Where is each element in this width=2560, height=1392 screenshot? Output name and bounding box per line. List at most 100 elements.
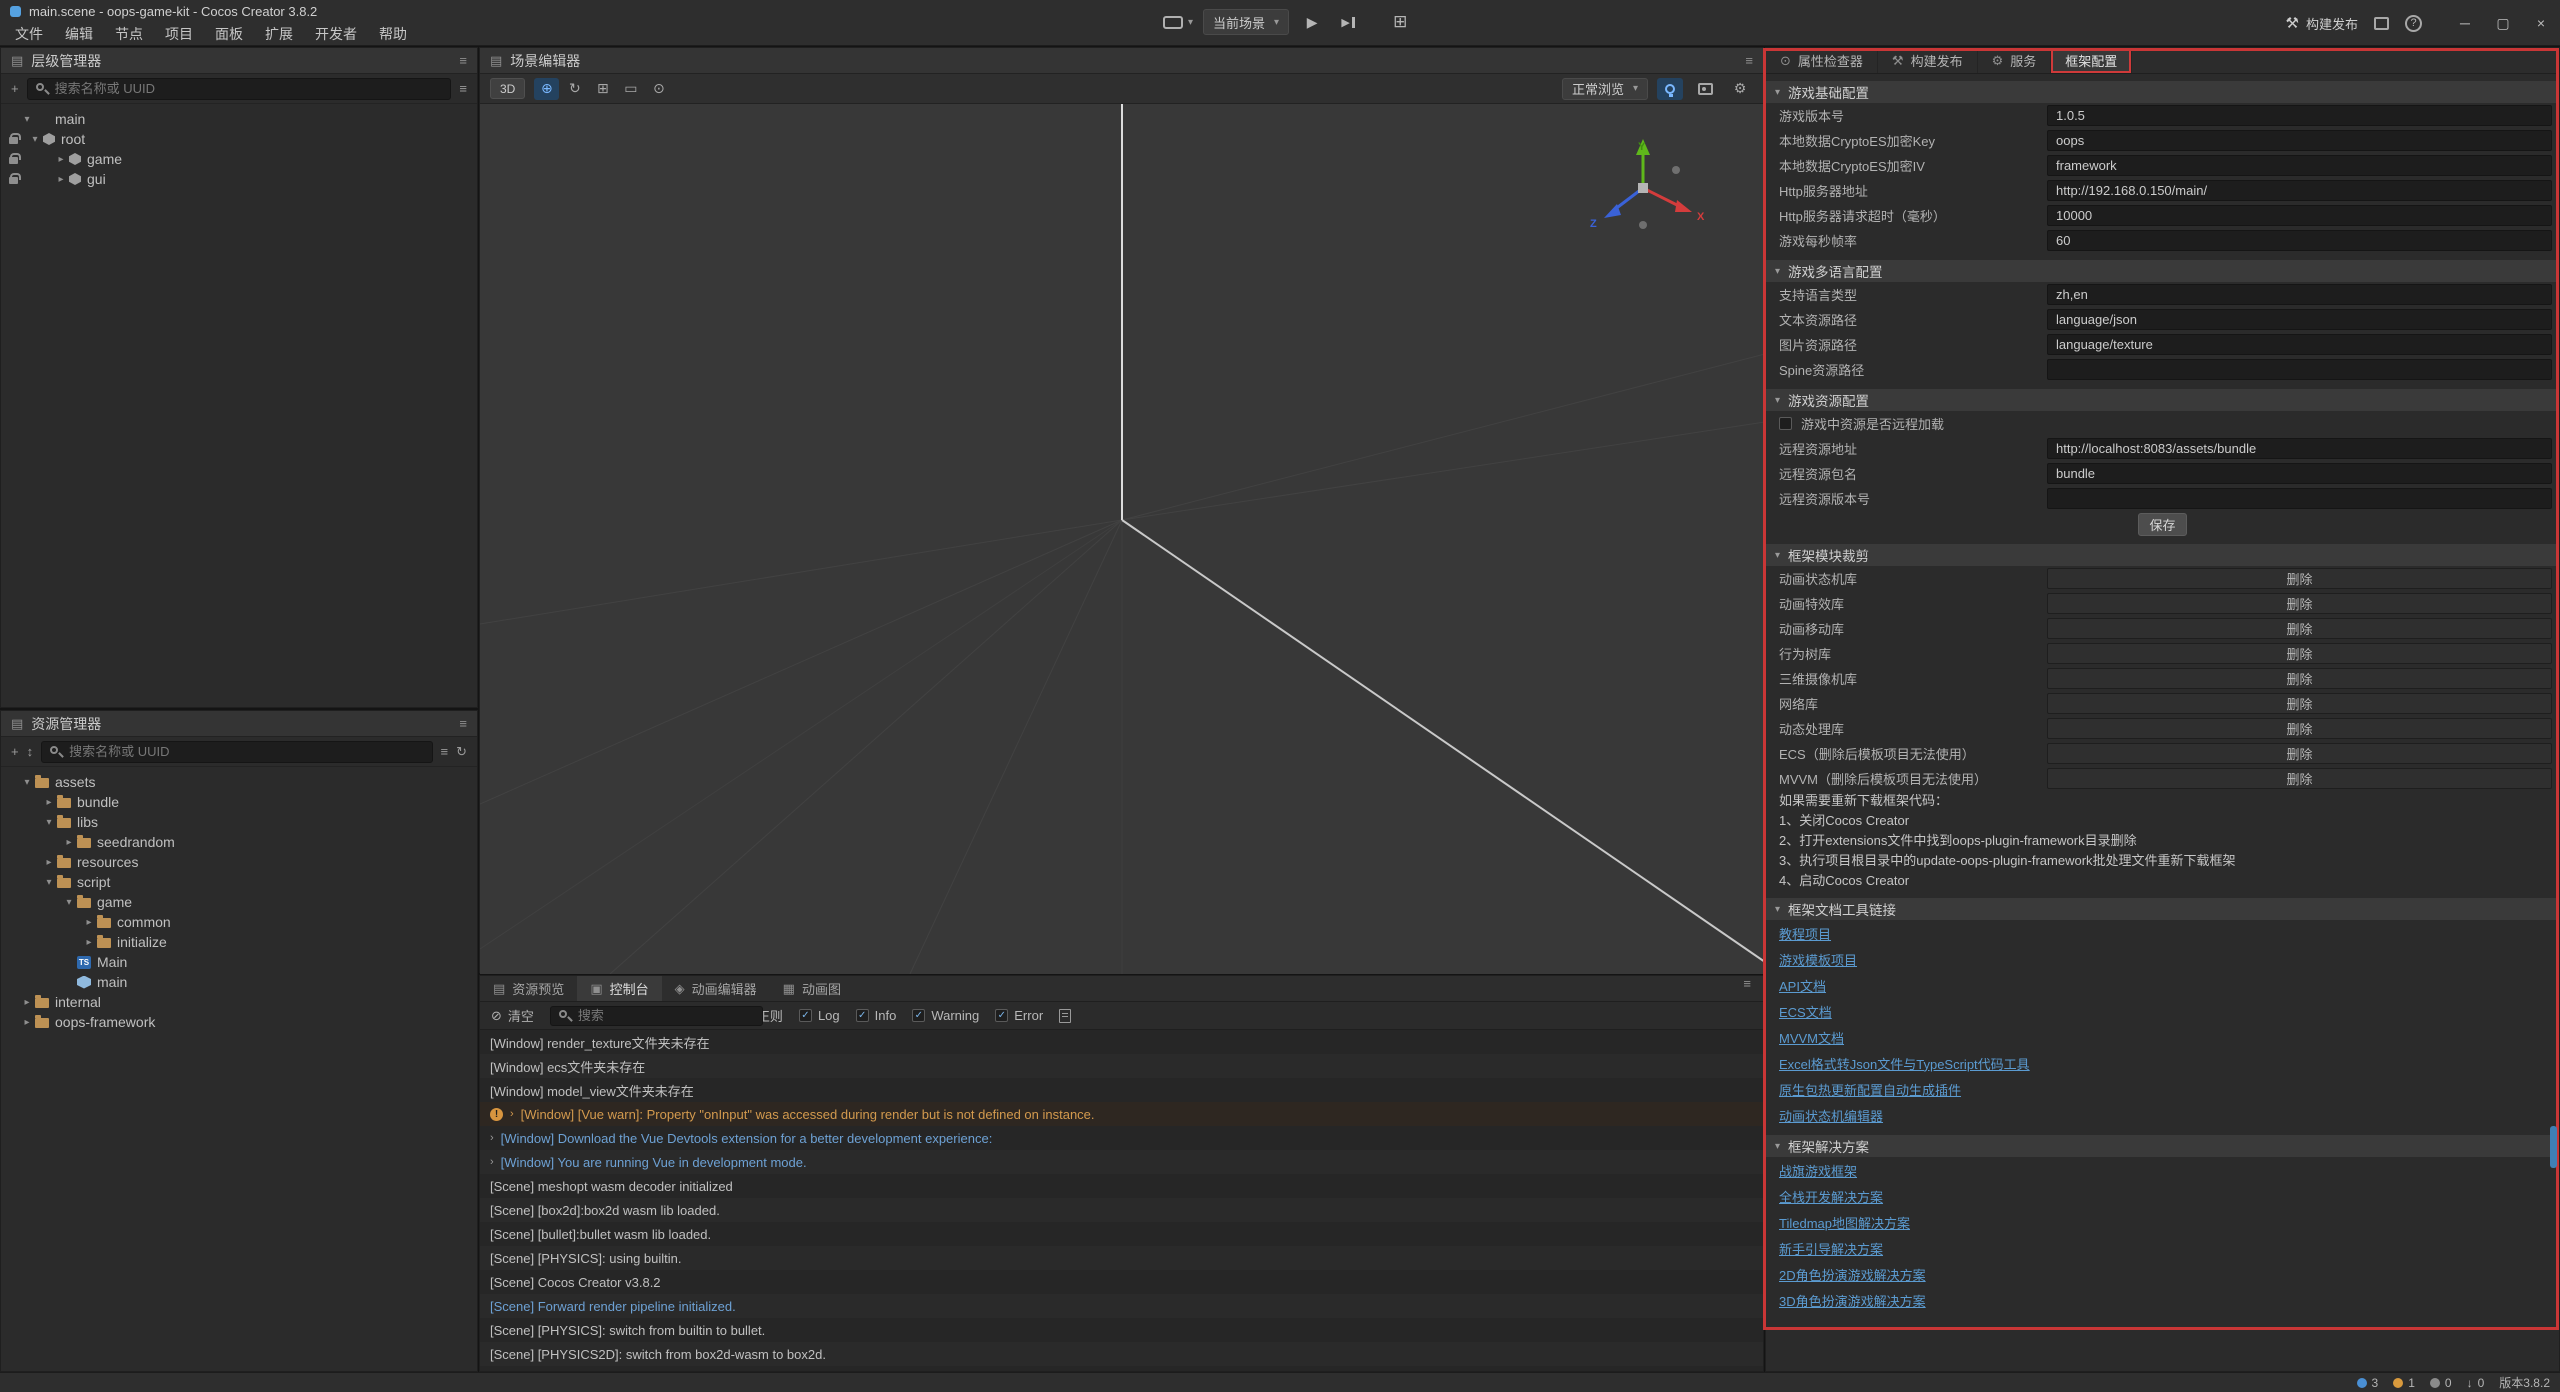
field-input[interactable] — [2047, 488, 2552, 509]
remote-load-checkbox[interactable] — [1779, 417, 1792, 430]
menu-item[interactable]: 扩展 — [254, 22, 304, 46]
inspector-tab[interactable]: ⊙ 属性检查器 — [1766, 48, 1878, 73]
log-row[interactable]: › [Window] [Vue warn]: Property "onInput… — [480, 1102, 1763, 1126]
delete-module-button[interactable]: 删除 — [2047, 568, 2552, 589]
delete-module-button[interactable]: 删除 — [2047, 618, 2552, 639]
log-row[interactable]: › [Scene] [PHYSICS]: using builtin. — [480, 1246, 1763, 1270]
expand-arrow-icon[interactable] — [41, 857, 57, 868]
filter-checkbox[interactable] — [799, 1009, 812, 1022]
log-filter[interactable]: Error — [995, 1008, 1043, 1023]
delete-module-button[interactable]: 删除 — [2047, 693, 2552, 714]
package-icon[interactable] — [2374, 17, 2389, 30]
section-header-docs[interactable]: ▾ 框架文档工具链接 — [1766, 898, 2559, 920]
doc-link[interactable]: 原生包热更新配置自动生成插件 — [1779, 1080, 1961, 1099]
section-header-language[interactable]: ▾ 游戏多语言配置 — [1766, 260, 2559, 282]
sort-icon[interactable]: ↕ — [27, 744, 34, 759]
console-tab[interactable]: ▦ 动画图 — [770, 976, 854, 1001]
chevron-right-icon[interactable]: › — [510, 1108, 514, 1120]
delete-module-button[interactable]: 删除 — [2047, 718, 2552, 739]
asset-node[interactable]: internal — [1, 992, 477, 1012]
gizmo-tool-button[interactable]: ▭ — [618, 78, 643, 100]
section-header-resource[interactable]: ▾ 游戏资源配置 — [1766, 389, 2559, 411]
log-row[interactable]: › [Scene] [bullet]:bullet wasm lib loade… — [480, 1222, 1763, 1246]
filter-checkbox[interactable] — [912, 1009, 925, 1022]
clear-console-button[interactable]: ⊘ 清空 — [491, 1006, 534, 1025]
lock-icon[interactable] — [9, 137, 18, 144]
asset-node[interactable]: Main — [1, 952, 477, 972]
doc-link[interactable]: Excel格式转Json文件与TypeScript代码工具 — [1779, 1054, 2030, 1073]
hierarchy-node[interactable]: gui — [1, 169, 477, 189]
menu-item[interactable]: 面板 — [204, 22, 254, 46]
save-button[interactable]: 保存 — [2138, 513, 2186, 536]
solution-link[interactable]: 全栈开发解决方案 — [1779, 1187, 1883, 1206]
asset-node[interactable]: bundle — [1, 792, 477, 812]
log-file-icon[interactable] — [1059, 1009, 1071, 1023]
section-header-modules[interactable]: ▾ 框架模块裁剪 — [1766, 544, 2559, 566]
expand-arrow-icon[interactable] — [41, 797, 57, 808]
panel-menu-icon[interactable]: ≡ — [1731, 976, 1763, 1001]
delete-module-button[interactable]: 删除 — [2047, 743, 2552, 764]
warning-count[interactable]: 1 — [2393, 1376, 2415, 1390]
menu-item[interactable]: 帮助 — [368, 22, 418, 46]
solution-link[interactable]: Tiledmap地图解决方案 — [1779, 1213, 1910, 1232]
doc-link[interactable]: 教程项目 — [1779, 924, 1831, 943]
asset-node[interactable]: initialize — [1, 932, 477, 952]
doc-link[interactable]: ECS文档 — [1779, 1002, 1832, 1021]
inspector-tab[interactable]: 框架配置 — [2051, 48, 2132, 73]
play-button[interactable]: ▶ — [1299, 9, 1325, 35]
doc-link[interactable]: 游戏模板项目 — [1779, 950, 1857, 969]
download-count[interactable]: ↓ 0 — [2467, 1376, 2485, 1390]
log-row[interactable]: › [Window] model_view文件夹未存在 — [480, 1078, 1763, 1102]
asset-node[interactable]: game — [1, 892, 477, 912]
layout-button[interactable]: ⊞ — [1393, 12, 1407, 32]
expand-arrow-icon[interactable] — [61, 837, 77, 848]
asset-node[interactable]: script — [1, 872, 477, 892]
menu-item[interactable]: 编辑 — [54, 22, 104, 46]
field-input[interactable]: bundle — [2047, 463, 2552, 484]
panel-menu-icon[interactable]: ≡ — [459, 53, 467, 68]
log-row[interactable]: › [Scene] meshopt wasm decoder initializ… — [480, 1174, 1763, 1198]
solution-link[interactable]: 新手引导解决方案 — [1779, 1239, 1883, 1258]
expand-arrow-icon[interactable] — [19, 777, 35, 788]
field-input[interactable] — [2047, 359, 2552, 380]
expand-arrow-icon[interactable] — [19, 997, 35, 1008]
log-row[interactable]: › [Scene] [PHYSICS]: switch from builtin… — [480, 1318, 1763, 1342]
lighting-toggle-button[interactable] — [1657, 78, 1683, 100]
lock-icon[interactable] — [9, 177, 18, 184]
gizmo-tool-button[interactable]: ⊕ — [534, 78, 559, 100]
log-filter[interactable]: Info — [856, 1008, 897, 1023]
hierarchy-node[interactable]: game — [1, 149, 477, 169]
chevron-right-icon[interactable]: › — [490, 1156, 494, 1168]
console-tab[interactable]: ▤ 资源预览 — [480, 976, 577, 1001]
lock-icon[interactable] — [9, 157, 18, 164]
dimension-toggle-button[interactable]: 3D — [490, 78, 525, 99]
menu-item[interactable]: 文件 — [4, 22, 54, 46]
menu-item[interactable]: 项目 — [154, 22, 204, 46]
field-input[interactable]: framework — [2047, 155, 2552, 176]
doc-link[interactable]: 动画状态机编辑器 — [1779, 1106, 1883, 1125]
console-tab[interactable]: ▣ 控制台 — [577, 976, 661, 1001]
view-mode-select[interactable]: 正常浏览 ▾ — [1562, 78, 1648, 100]
field-input[interactable]: 60 — [2047, 230, 2552, 251]
field-input[interactable]: http://192.168.0.150/main/ — [2047, 180, 2552, 201]
filter-checkbox[interactable] — [856, 1009, 869, 1022]
close-button[interactable]: × — [2522, 0, 2560, 46]
log-filter[interactable]: Log — [799, 1008, 840, 1023]
expand-arrow-icon[interactable] — [81, 917, 97, 928]
gizmo-tool-button[interactable]: ⊞ — [590, 78, 615, 100]
scene-viewport[interactable]: Y X Z — [480, 104, 1763, 974]
panel-menu-icon[interactable]: ≡ — [1745, 53, 1753, 68]
asset-node[interactable]: libs — [1, 812, 477, 832]
preview-device-button[interactable]: ▾ — [1163, 9, 1193, 35]
solution-link[interactable]: 战旗游戏框架 — [1779, 1161, 1857, 1180]
expand-arrow-icon[interactable] — [19, 1017, 35, 1028]
solution-link[interactable]: 2D角色扮演游戏解决方案 — [1779, 1265, 1926, 1284]
inspector-tab[interactable]: ⚙ 服务 — [1978, 48, 2052, 73]
log-row[interactable]: › [Window] ecs文件夹未存在 — [480, 1054, 1763, 1078]
minimize-button[interactable]: ─ — [2446, 0, 2484, 46]
field-input[interactable]: 10000 — [2047, 205, 2552, 226]
scene-settings-button[interactable]: ⚙ — [1727, 78, 1753, 100]
asset-node[interactable]: assets — [1, 772, 477, 792]
filter-checkbox[interactable] — [995, 1009, 1008, 1022]
step-button[interactable]: ▶ — [1335, 9, 1361, 35]
